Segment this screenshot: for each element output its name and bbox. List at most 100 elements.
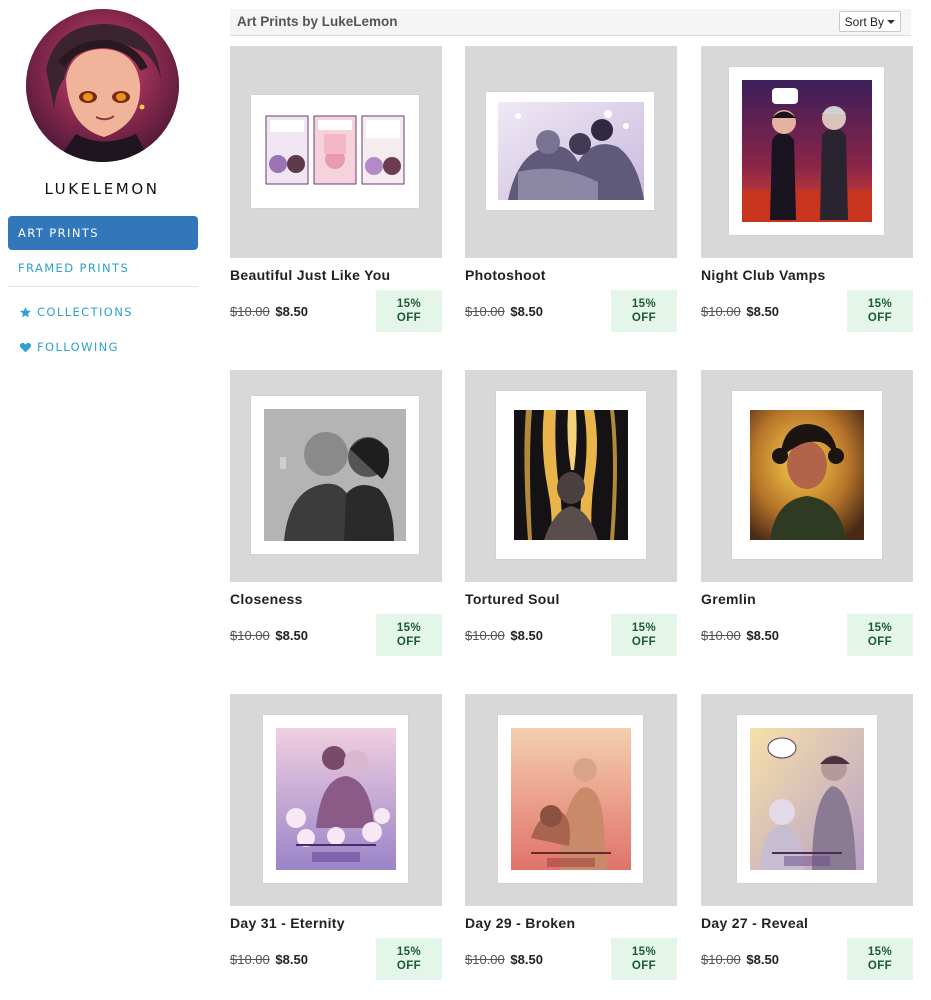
price-row: $10.00 $8.50 <box>230 628 308 643</box>
price-row: $10.00 $8.50 <box>230 304 308 319</box>
product-title[interactable]: Closeness <box>230 591 303 607</box>
nav-label: COLLECTIONS <box>37 305 133 319</box>
product-title[interactable]: Photoshoot <box>465 267 546 283</box>
original-price: $10.00 <box>465 304 505 319</box>
page-title: Art Prints by LukeLemon <box>237 14 398 29</box>
sale-price: $8.50 <box>510 628 543 643</box>
print-artwork <box>742 80 872 222</box>
product-thumbnail[interactable] <box>465 694 677 906</box>
original-price: $10.00 <box>230 628 270 643</box>
discount-badge: 15% OFF <box>376 938 442 980</box>
original-price: $10.00 <box>230 952 270 967</box>
product-thumbnail[interactable] <box>230 370 442 582</box>
product-thumbnail[interactable] <box>701 370 913 582</box>
product-card: Gremlin $10.00 $8.50 15% OFF <box>701 370 913 656</box>
nav-framed-prints[interactable]: FRAMED PRINTS <box>8 251 198 285</box>
avatar[interactable] <box>26 9 179 162</box>
nav-art-prints[interactable]: ART PRINTS <box>8 216 198 250</box>
nav-label: FRAMED PRINTS <box>18 261 130 275</box>
product-title[interactable]: Night Club Vamps <box>701 267 826 283</box>
original-price: $10.00 <box>701 628 741 643</box>
discount-percent: 15% <box>396 622 422 634</box>
star-icon <box>18 305 32 319</box>
sale-price: $8.50 <box>746 304 779 319</box>
product-card: Day 27 - Reveal $10.00 $8.50 15% OFF <box>701 694 913 980</box>
discount-percent: 15% <box>396 946 422 958</box>
discount-off: OFF <box>631 960 657 972</box>
price-row: $10.00 $8.50 <box>701 628 779 643</box>
gallery-header: Art Prints by LukeLemon Sort By <box>230 9 911 36</box>
product-thumbnail[interactable] <box>701 694 913 906</box>
discount-off: OFF <box>867 312 893 324</box>
discount-percent: 15% <box>631 298 657 310</box>
price-row: $10.00 $8.50 <box>230 952 308 967</box>
username: LUKELEMON <box>44 180 160 198</box>
product-title[interactable]: Day 29 - Broken <box>465 915 575 931</box>
sort-dropdown[interactable]: Sort By <box>838 11 901 32</box>
discount-off: OFF <box>396 636 422 648</box>
original-price: $10.00 <box>465 628 505 643</box>
sale-price: $8.50 <box>275 628 308 643</box>
discount-badge: 15% OFF <box>376 614 442 656</box>
sale-price: $8.50 <box>746 952 779 967</box>
product-thumbnail[interactable] <box>230 694 442 906</box>
product-card: Closeness $10.00 $8.50 15% OFF <box>230 370 442 656</box>
price-row: $10.00 $8.50 <box>701 952 779 967</box>
product-thumbnail[interactable] <box>230 46 442 258</box>
original-price: $10.00 <box>230 304 270 319</box>
product-thumbnail[interactable] <box>701 46 913 258</box>
sale-price: $8.50 <box>275 304 308 319</box>
sale-price: $8.50 <box>275 952 308 967</box>
product-title[interactable]: Tortured Soul <box>465 591 560 607</box>
discount-badge: 15% OFF <box>376 290 442 332</box>
discount-badge: 15% OFF <box>611 614 677 656</box>
print-artwork <box>498 102 644 200</box>
price-row: $10.00 $8.50 <box>465 628 543 643</box>
discount-off: OFF <box>396 312 422 324</box>
print-artwork <box>276 728 396 870</box>
product-thumbnail[interactable] <box>465 46 677 258</box>
product-thumbnail[interactable] <box>465 370 677 582</box>
original-price: $10.00 <box>465 952 505 967</box>
print-artwork <box>750 410 864 540</box>
discount-badge: 15% OFF <box>847 938 913 980</box>
sort-label: Sort By <box>844 14 884 29</box>
discount-badge: 15% OFF <box>611 290 677 332</box>
discount-off: OFF <box>867 636 893 648</box>
discount-off: OFF <box>631 312 657 324</box>
discount-percent: 15% <box>867 298 893 310</box>
nav-label: ART PRINTS <box>18 226 99 240</box>
discount-percent: 15% <box>631 622 657 634</box>
product-title[interactable]: Gremlin <box>701 591 756 607</box>
nav-divider <box>8 286 198 287</box>
nav-collections[interactable]: COLLECTIONS <box>8 295 198 329</box>
print-artwork <box>264 409 406 541</box>
caret-down-icon <box>887 19 895 24</box>
print-artwork <box>264 114 406 186</box>
discount-off: OFF <box>867 960 893 972</box>
product-title[interactable]: Beautiful Just Like You <box>230 267 390 283</box>
product-title[interactable]: Day 27 - Reveal <box>701 915 808 931</box>
sale-price: $8.50 <box>510 304 543 319</box>
original-price: $10.00 <box>701 952 741 967</box>
product-card: Photoshoot $10.00 $8.50 15% OFF <box>465 46 677 332</box>
sidebar: LUKELEMON ART PRINTS FRAMED PRINTS COLLE… <box>0 0 206 1000</box>
product-card: Day 29 - Broken $10.00 $8.50 15% OFF <box>465 694 677 980</box>
product-title[interactable]: Day 31 - Eternity <box>230 915 345 931</box>
print-artwork <box>511 728 631 870</box>
discount-off: OFF <box>396 960 422 972</box>
discount-percent: 15% <box>867 622 893 634</box>
print-artwork <box>750 728 864 870</box>
discount-percent: 15% <box>867 946 893 958</box>
discount-off: OFF <box>631 636 657 648</box>
nav-following[interactable]: FOLLOWING <box>8 330 198 364</box>
heart-icon <box>18 340 32 354</box>
discount-percent: 15% <box>631 946 657 958</box>
product-card: Tortured Soul $10.00 $8.50 15% OFF <box>465 370 677 656</box>
sale-price: $8.50 <box>510 952 543 967</box>
discount-badge: 15% OFF <box>847 614 913 656</box>
price-row: $10.00 $8.50 <box>465 304 543 319</box>
print-artwork <box>514 410 628 540</box>
product-card: Night Club Vamps $10.00 $8.50 15% OFF <box>701 46 913 332</box>
sale-price: $8.50 <box>746 628 779 643</box>
